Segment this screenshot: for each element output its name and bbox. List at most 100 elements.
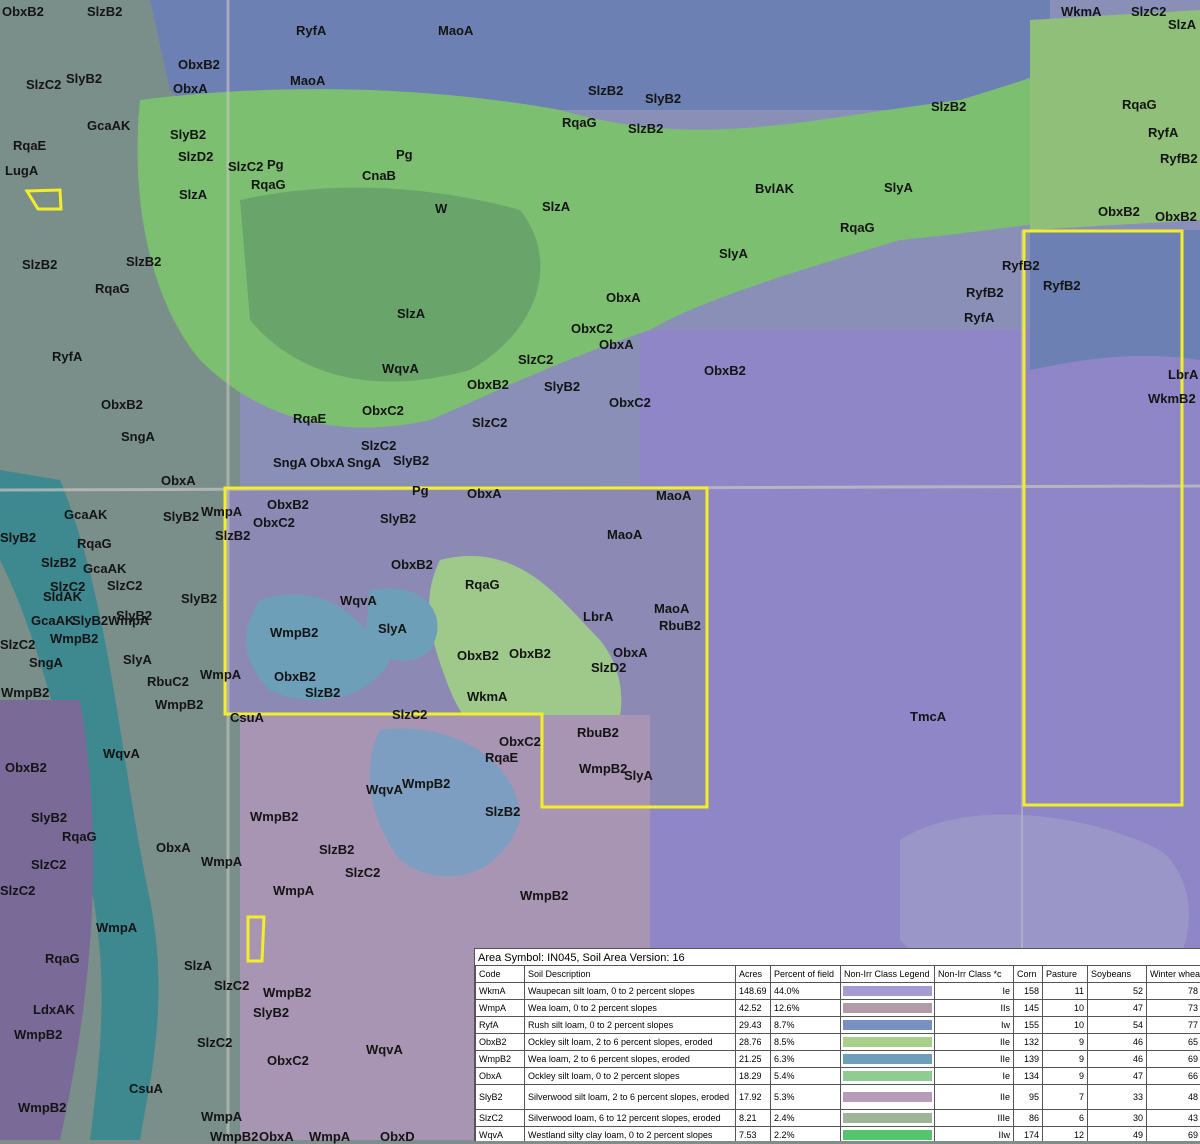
legend-swatch-cell bbox=[841, 983, 935, 1000]
soil-label: SlyB2 bbox=[31, 811, 67, 824]
soil-label: RqaG bbox=[77, 537, 112, 550]
soil-label: ObxB2 bbox=[457, 649, 499, 662]
soil-label: SlzB2 bbox=[87, 5, 122, 18]
header-soil-description: Soil Description bbox=[525, 966, 736, 983]
legend-cell-pasture: 9 bbox=[1043, 1068, 1088, 1085]
soil-label: SlzB2 bbox=[215, 529, 250, 542]
header-pasture: Pasture bbox=[1043, 966, 1088, 983]
legend-cell-wheat: 66 bbox=[1147, 1068, 1200, 1085]
soil-label: ObxA bbox=[161, 474, 196, 487]
legend-cell-pasture: 10 bbox=[1043, 1017, 1088, 1034]
legend-cell-acres: 29.43 bbox=[736, 1017, 771, 1034]
soil-label: RqaE bbox=[485, 751, 518, 764]
soil-label: WmpB2 bbox=[520, 889, 568, 902]
legend-cell-desc: Waupecan silt loam, 0 to 2 percent slope… bbox=[525, 983, 736, 1000]
soil-label: SlzC2 bbox=[0, 638, 35, 651]
soil-label: SlyB2WmpA bbox=[72, 614, 149, 627]
legend-swatch bbox=[843, 1054, 932, 1064]
soil-label: SlyB2 bbox=[181, 592, 217, 605]
soil-label: WmpB2 bbox=[263, 986, 311, 999]
soil-label: MaoA bbox=[607, 528, 642, 541]
soil-label: SlzC2 bbox=[361, 439, 396, 452]
soil-legend: Area Symbol: IN045, Soil Area Version: 1… bbox=[474, 948, 1200, 1141]
soil-label: WmpB2 bbox=[579, 762, 627, 775]
soil-label: ObxA bbox=[259, 1130, 294, 1143]
legend-cell-pasture: 7 bbox=[1043, 1085, 1088, 1110]
legend-cell-cls: Ie bbox=[935, 983, 1014, 1000]
soil-label: SlzC2 bbox=[518, 353, 553, 366]
legend-cell-corn: 155 bbox=[1014, 1017, 1043, 1034]
soil-label: RqaG bbox=[1122, 98, 1157, 111]
legend-cell-pct: 5.4% bbox=[771, 1068, 841, 1085]
soil-label: SngA bbox=[273, 456, 307, 469]
soil-label: RqaG bbox=[562, 116, 597, 129]
legend-cell-desc: Ockley silt loam, 2 to 6 percent slopes,… bbox=[525, 1034, 736, 1051]
legend-cell-desc: Westland silty clay loam, 0 to 2 percent… bbox=[525, 1127, 736, 1142]
soil-label: ObxB2 bbox=[467, 378, 509, 391]
soil-label: ObxB2 bbox=[391, 558, 433, 571]
legend-cell-code: WqvA bbox=[476, 1127, 525, 1142]
legend-cell-cls: IIe bbox=[935, 1051, 1014, 1068]
legend-swatch-cell bbox=[841, 1017, 935, 1034]
header-winter-wheat: Winter wheat bbox=[1147, 966, 1200, 983]
legend-cell-corn: 86 bbox=[1014, 1110, 1043, 1127]
legend-cell-acres: 148.69 bbox=[736, 983, 771, 1000]
header-class-legend: Non-Irr Class Legend bbox=[841, 966, 935, 983]
soil-label: SlyB2 bbox=[380, 512, 416, 525]
legend-cell-code: ObxA bbox=[476, 1068, 525, 1085]
soil-label: RbuB2 bbox=[577, 726, 619, 739]
legend-cell-pasture: 11 bbox=[1043, 983, 1088, 1000]
legend-cell-pasture: 9 bbox=[1043, 1051, 1088, 1068]
soil-label: Pg bbox=[412, 484, 429, 497]
soil-label: SlzC2 bbox=[197, 1036, 232, 1049]
soil-label: WmpA bbox=[96, 921, 137, 934]
soil-label: SlzA bbox=[397, 307, 425, 320]
legend-cell-corn: 132 bbox=[1014, 1034, 1043, 1051]
soil-label: MaoA bbox=[290, 74, 325, 87]
legend-cell-wheat: 78 bbox=[1147, 983, 1200, 1000]
soil-label: SlzC2 bbox=[228, 160, 263, 173]
soil-label: WmpB2 bbox=[155, 698, 203, 711]
soil-label: RqaE bbox=[293, 412, 326, 425]
soil-label: SlzB2 bbox=[41, 556, 76, 569]
soil-label: SlzA bbox=[184, 959, 212, 972]
soil-label: SlzB2 bbox=[628, 122, 663, 135]
soil-label: SlyA bbox=[719, 247, 748, 260]
legend-cell-pct: 2.4% bbox=[771, 1110, 841, 1127]
soil-label: BvlAK bbox=[755, 182, 794, 195]
legend-cell-corn: 134 bbox=[1014, 1068, 1043, 1085]
soil-label: CnaB bbox=[362, 169, 396, 182]
soil-label: SlzC2 bbox=[472, 416, 507, 429]
soil-label: SlyA bbox=[884, 181, 913, 194]
legend-swatch bbox=[843, 1003, 932, 1013]
legend-cell-soy: 33 bbox=[1088, 1085, 1147, 1110]
soil-label: SlzB2 bbox=[588, 84, 623, 97]
legend-row: WkmAWaupecan silt loam, 0 to 2 percent s… bbox=[476, 983, 1200, 1000]
soil-label: WkmA bbox=[1061, 5, 1101, 18]
legend-cell-pct: 2.2% bbox=[771, 1127, 841, 1142]
soil-label: WkmA bbox=[467, 690, 507, 703]
soil-label: ObxB2 bbox=[1098, 205, 1140, 218]
soil-label: LbrA bbox=[1168, 368, 1198, 381]
soil-label: WmpA bbox=[200, 668, 241, 681]
legend-row: SlzC2Silverwood loam, 6 to 12 percent sl… bbox=[476, 1110, 1200, 1127]
soil-label: WmpB2 bbox=[250, 810, 298, 823]
legend-cell-desc: Rush silt loam, 0 to 2 percent slopes bbox=[525, 1017, 736, 1034]
legend-cell-code: WkmA bbox=[476, 983, 525, 1000]
legend-swatch-cell bbox=[841, 1068, 935, 1085]
soil-label: RyfA bbox=[1148, 126, 1178, 139]
soil-label: SngA bbox=[347, 456, 381, 469]
legend-cell-code: ObxB2 bbox=[476, 1034, 525, 1051]
legend-row: WqvAWestland silty clay loam, 0 to 2 per… bbox=[476, 1127, 1200, 1142]
legend-cell-soy: 47 bbox=[1088, 1068, 1147, 1085]
soil-label: RqaG bbox=[251, 178, 286, 191]
soil-label: SlzC2 bbox=[26, 78, 61, 91]
soil-label: RyfB2 bbox=[1160, 152, 1198, 165]
header-corn: Corn bbox=[1014, 966, 1043, 983]
soil-label: ObxC2 bbox=[609, 396, 651, 409]
legend-swatch-cell bbox=[841, 1051, 935, 1068]
soil-label: WmpA bbox=[309, 1130, 350, 1143]
soil-label: ObxB2 bbox=[704, 364, 746, 377]
soil-label: WmpB2 bbox=[402, 777, 450, 790]
soil-label: WmpB2 bbox=[14, 1028, 62, 1041]
